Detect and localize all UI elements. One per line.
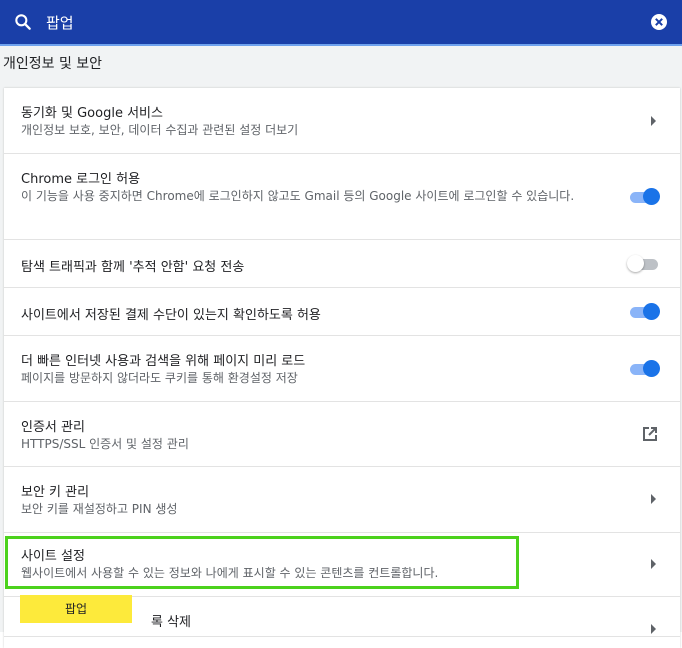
row-title: 탐색 트래픽과 함께 '추적 안함' 요청 전송 — [21, 260, 245, 275]
do-not-track-row[interactable]: 탐색 트래픽과 함께 '추적 안함' 요청 전송 — [4, 240, 680, 288]
allow-chrome-signin-row[interactable]: Chrome 로그인 허용 이 기능을 사용 중지하면 Chrome에 로그인하… — [4, 154, 680, 240]
toggle-switch[interactable] — [627, 255, 660, 273]
row-title: Chrome 로그인 허용 — [21, 172, 141, 187]
row-subtitle: 이 기능을 사용 중지하면 Chrome에 로그인하지 않고도 Gmail 등의… — [21, 189, 575, 203]
search-toolbar: 팝업 — [0, 0, 682, 46]
row-subtitle: 페이지를 방문하지 않더라도 쿠키를 통해 환경설정 저장 — [21, 371, 298, 385]
row-title: 인증서 관리 — [21, 420, 85, 435]
toggle-switch[interactable] — [630, 303, 660, 321]
toggle-knob — [627, 255, 644, 272]
row-title: 동기화 및 Google 서비스 — [21, 106, 163, 121]
search-match-highlight — [5, 536, 519, 589]
row-title: 록 삭제 — [151, 615, 192, 630]
chevron-right-icon — [651, 494, 656, 504]
search-icon[interactable] — [13, 12, 33, 32]
preload-pages-row[interactable]: 더 빠른 인터넷 사용과 검색을 위해 페이지 미리 로드 페이지를 방문하지 … — [4, 336, 680, 402]
search-input[interactable]: 팝업 — [46, 13, 74, 33]
row-subtitle: 개인정보 보호, 보안, 데이터 수집과 관련된 설정 더보기 — [21, 123, 299, 137]
clear-icon[interactable] — [650, 13, 668, 31]
external-link-icon[interactable] — [641, 425, 659, 443]
row-title: 사이트에서 저장된 결제 수단이 있는지 확인하도록 허용 — [21, 308, 321, 323]
row-subtitle: 보안 키를 재설정하고 PIN 생성 — [21, 502, 178, 516]
toggle-switch[interactable] — [630, 188, 660, 206]
row-title: 보안 키 관리 — [21, 485, 90, 500]
chevron-right-icon — [651, 116, 656, 126]
manage-certificates-row[interactable]: 인증서 관리 HTTPS/SSL 인증서 및 설정 관리 — [4, 402, 680, 467]
row-title: 더 빠른 인터넷 사용과 검색을 위해 페이지 미리 로드 — [21, 354, 306, 369]
payment-methods-row[interactable]: 사이트에서 저장된 결제 수단이 있는지 확인하도록 허용 — [4, 288, 680, 336]
toggle-switch[interactable] — [630, 360, 660, 378]
toggle-knob — [643, 303, 660, 320]
row-subtitle: HTTPS/SSL 인증서 및 설정 관리 — [21, 437, 189, 451]
section-title: 개인정보 및 보안 — [3, 56, 103, 72]
toggle-knob — [643, 360, 660, 377]
chevron-right-icon — [651, 559, 656, 569]
search-match-tag: 팝업 — [20, 595, 132, 623]
chevron-right-icon — [651, 624, 656, 634]
sync-google-services-row[interactable]: 동기화 및 Google 서비스 개인정보 보호, 보안, 데이터 수집과 관련… — [4, 88, 680, 154]
toggle-knob — [643, 188, 660, 205]
manage-security-keys-row[interactable]: 보안 키 관리 보안 키를 재설정하고 PIN 생성 — [4, 467, 680, 533]
